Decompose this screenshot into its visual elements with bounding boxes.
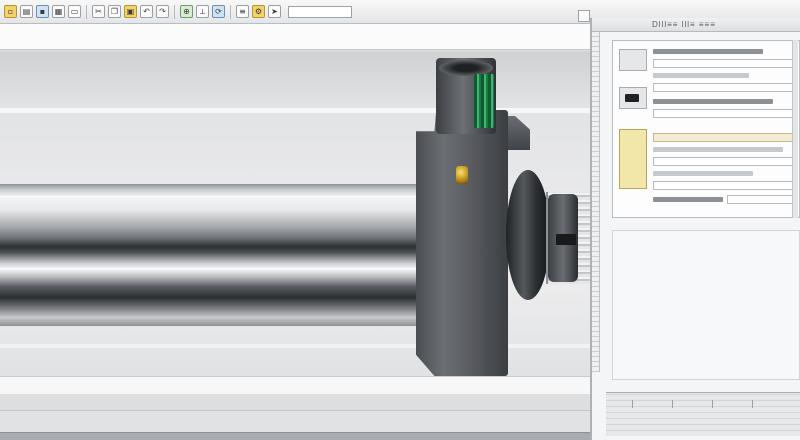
timeline-tick bbox=[672, 400, 673, 408]
save-icon[interactable]: ▪ bbox=[36, 5, 49, 18]
shaft-highlight bbox=[0, 268, 470, 269]
timeline-tick bbox=[712, 400, 713, 408]
property-label bbox=[653, 73, 749, 78]
settings-icon[interactable]: ⚙ bbox=[252, 5, 265, 18]
property-field[interactable] bbox=[653, 83, 793, 92]
vertical-ruler bbox=[592, 32, 600, 372]
property-label bbox=[653, 99, 773, 104]
panel-title-bar: Dlll≡≡ lll≡ ≡≡≡ bbox=[592, 18, 800, 32]
note-preview-icon[interactable] bbox=[619, 129, 647, 189]
measure-icon[interactable]: ⟂ bbox=[196, 5, 209, 18]
new-file-icon[interactable]: ▫ bbox=[4, 5, 17, 18]
property-field[interactable] bbox=[727, 195, 793, 204]
gold-locating-pin bbox=[456, 166, 468, 184]
tool-holder-body-model[interactable] bbox=[416, 110, 508, 376]
panel-timeline[interactable] bbox=[606, 392, 800, 436]
polished-shaft-model[interactable] bbox=[0, 184, 470, 326]
green-grip-insert bbox=[474, 74, 494, 128]
toolbar-separator bbox=[230, 4, 231, 19]
property-label bbox=[653, 147, 783, 152]
undo-icon[interactable]: ↶ bbox=[140, 5, 153, 18]
toolbar-value-field[interactable] bbox=[288, 5, 352, 18]
timeline-tick bbox=[632, 400, 633, 408]
layer-icon[interactable]: ≡ bbox=[236, 5, 249, 18]
copy-icon[interactable]: ❐ bbox=[108, 5, 121, 18]
timeline-tick bbox=[752, 400, 753, 408]
property-field-highlighted[interactable] bbox=[653, 133, 793, 142]
viewport-bottom-band bbox=[0, 410, 590, 434]
zoom-icon[interactable]: ⊕ bbox=[180, 5, 193, 18]
property-sheet bbox=[612, 40, 800, 218]
paste-icon[interactable]: ▣ bbox=[124, 5, 137, 18]
part-preview-icon[interactable] bbox=[619, 49, 647, 71]
sleeve-keyway-slot bbox=[556, 234, 576, 245]
cad-application-window: ▫ ▤ ▪ ▦ ▭ ✂ ❐ ▣ ↶ ↷ ⊕ ⟂ ⟳ ≡ ⚙ ➤ Dlll≡≡ lll≡ ≡≡≡ bbox=[0, 0, 800, 440]
rotate-icon[interactable]: ⟳ bbox=[212, 5, 225, 18]
panel-empty-area bbox=[612, 230, 800, 380]
property-scrollbar[interactable] bbox=[792, 40, 798, 218]
viewport-top-band bbox=[0, 24, 590, 50]
print-icon[interactable]: ▭ bbox=[68, 5, 81, 18]
property-label bbox=[653, 171, 753, 176]
property-field[interactable] bbox=[653, 109, 793, 118]
collar-ring-model[interactable] bbox=[506, 170, 550, 300]
viewport-floor-band bbox=[0, 376, 590, 394]
property-label bbox=[653, 197, 723, 202]
grid-icon[interactable]: ▦ bbox=[52, 5, 65, 18]
pointer-icon[interactable]: ➤ bbox=[268, 5, 281, 18]
tool-preview-icon[interactable] bbox=[619, 87, 647, 109]
property-field[interactable] bbox=[653, 59, 793, 68]
status-bar bbox=[0, 432, 590, 440]
toolbar-separator bbox=[174, 4, 175, 19]
properties-panel: Dlll≡≡ lll≡ ≡≡≡ bbox=[590, 18, 800, 440]
viewport-options-button[interactable] bbox=[578, 10, 590, 22]
model-viewport[interactable] bbox=[0, 24, 590, 434]
property-field[interactable] bbox=[653, 181, 793, 190]
toolbar-separator bbox=[86, 4, 87, 19]
shaft-highlight bbox=[0, 196, 470, 197]
property-field[interactable] bbox=[653, 157, 793, 166]
property-label bbox=[653, 49, 763, 54]
cut-icon[interactable]: ✂ bbox=[92, 5, 105, 18]
open-folder-icon[interactable]: ▤ bbox=[20, 5, 33, 18]
redo-icon[interactable]: ↷ bbox=[156, 5, 169, 18]
